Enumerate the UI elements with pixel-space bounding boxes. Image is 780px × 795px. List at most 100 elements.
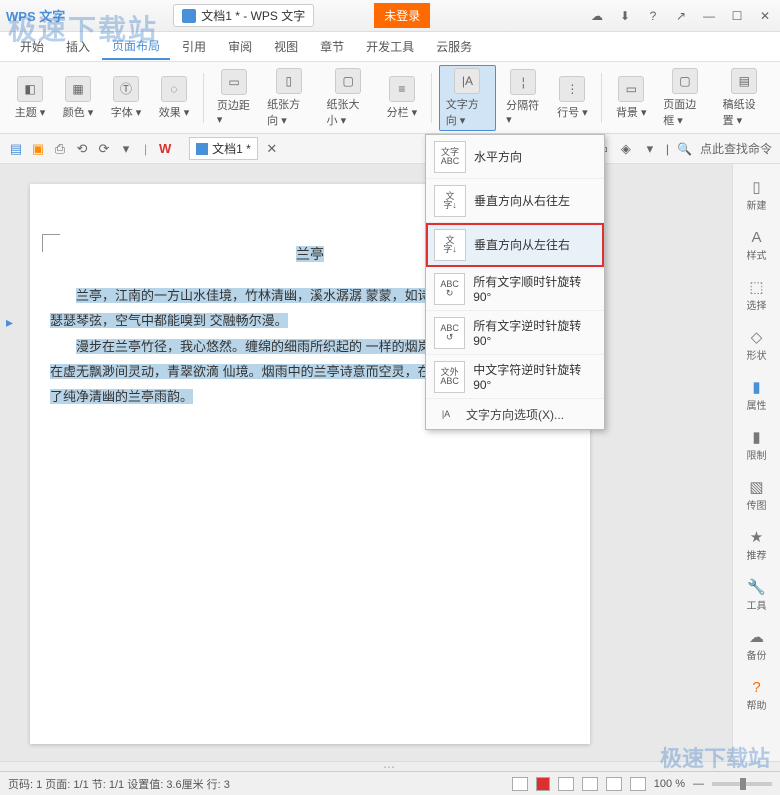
- text-direction-option[interactable]: ABC↺所有文字逆时针旋转90°: [426, 311, 604, 355]
- search-icon: 🔍: [677, 142, 692, 156]
- login-button[interactable]: 未登录: [374, 3, 430, 28]
- side-新建[interactable]: ▯新建: [733, 174, 780, 216]
- dropdown-icon[interactable]: ▾: [642, 141, 658, 157]
- wps-tab-icon[interactable]: W: [157, 141, 173, 157]
- side-label: 形状: [747, 347, 767, 362]
- text-direction-option[interactable]: 文字ABC水平方向: [426, 135, 604, 179]
- open-icon[interactable]: ▤: [8, 141, 24, 157]
- text-direction-option[interactable]: 文字↓垂直方向从左往右: [426, 223, 604, 267]
- menu-item[interactable]: 章节: [310, 34, 354, 59]
- help-icon[interactable]: ?: [644, 9, 662, 23]
- text-direction-option[interactable]: ABC↻所有文字顺时针旋转90°: [426, 267, 604, 311]
- ribbon-label: 主题 ▾: [15, 104, 46, 120]
- menu-item[interactable]: 云服务: [426, 34, 482, 59]
- document-tab[interactable]: 文档1 *: [189, 137, 258, 160]
- more-label: 文字方向选项(X)...: [466, 406, 564, 423]
- zoom-out-icon[interactable]: —: [693, 778, 704, 790]
- side-样式[interactable]: A样式: [733, 224, 780, 266]
- side-icon: ★: [747, 528, 767, 546]
- menu-item[interactable]: 页面布局: [102, 33, 170, 60]
- document-area[interactable]: ▸ 兰亭 兰亭，江南的一方山水佳境，竹林清幽，溪水潺潺 蒙蒙，如诗如画。风拂过竹…: [0, 164, 732, 761]
- window-doc-tab[interactable]: 文档1 * - WPS 文字: [173, 4, 314, 27]
- ribbon-文字方向[interactable]: |A文字方向 ▾: [439, 65, 496, 131]
- view-mode-icon[interactable]: [512, 777, 528, 791]
- ribbon-icon: ≡: [389, 76, 415, 102]
- side-icon: ▯: [747, 178, 767, 196]
- ribbon-分栏[interactable]: ≡分栏 ▾: [380, 74, 424, 122]
- ribbon-icon: Ⓣ: [113, 76, 139, 102]
- menu-item[interactable]: 引用: [172, 34, 216, 59]
- ribbon-icon: ⋮: [559, 76, 585, 102]
- ribbon-效果[interactable]: ◌效果 ▾: [152, 74, 196, 122]
- ribbon-纸张方向[interactable]: ▯纸张方向 ▾: [261, 66, 316, 130]
- nav-icon[interactable]: ◈: [618, 141, 634, 157]
- side-限制[interactable]: ▮限制: [733, 424, 780, 466]
- view-mode-icon[interactable]: [606, 777, 622, 791]
- menu-item[interactable]: 审阅: [218, 34, 262, 59]
- window-controls: ☁ ⬇ ? ↗ — ☐ ✕: [588, 9, 774, 23]
- ribbon-颜色[interactable]: ▦颜色 ▾: [56, 74, 100, 122]
- view-mode-icon[interactable]: [536, 777, 550, 791]
- popout-icon[interactable]: ↗: [672, 9, 690, 23]
- text-direction-option[interactable]: 文外ABC中文字符逆时针旋转90°: [426, 355, 604, 399]
- text-direction-more[interactable]: |A 文字方向选项(X)...: [426, 399, 604, 429]
- view-mode-icon[interactable]: [558, 777, 574, 791]
- ribbon-稿纸设置[interactable]: ▤稿纸设置 ▾: [717, 66, 772, 130]
- menu-bar: 开始插入页面布局引用审阅视图章节开发工具云服务: [0, 32, 780, 62]
- close-tab-icon[interactable]: ✕: [264, 141, 280, 157]
- menu-item[interactable]: 开发工具: [356, 34, 424, 59]
- save-icon[interactable]: ▣: [30, 141, 46, 157]
- side-选择[interactable]: ⬚选择: [733, 274, 780, 316]
- side-帮助[interactable]: ?帮助: [733, 674, 780, 716]
- ribbon-label: 行号 ▾: [557, 104, 588, 120]
- close-button[interactable]: ✕: [756, 9, 774, 23]
- more-icon: |A: [434, 398, 458, 430]
- side-属性[interactable]: ▮属性: [733, 374, 780, 416]
- side-传图[interactable]: ▧传图: [733, 474, 780, 516]
- side-形状[interactable]: ◇形状: [733, 324, 780, 366]
- menu-item[interactable]: 视图: [264, 34, 308, 59]
- redo-icon[interactable]: ⟳: [96, 141, 112, 157]
- text-direction-option[interactable]: 文字↓垂直方向从右往左: [426, 179, 604, 223]
- side-工具[interactable]: 🔧工具: [733, 574, 780, 616]
- side-label: 样式: [747, 247, 767, 262]
- search-commands[interactable]: 点此查找命令: [700, 140, 772, 157]
- cloud-icon[interactable]: ☁: [588, 9, 606, 23]
- side-推荐[interactable]: ★推荐: [733, 524, 780, 566]
- menu-item[interactable]: 开始: [10, 34, 54, 59]
- menu-item[interactable]: 插入: [56, 34, 100, 59]
- ribbon-字体[interactable]: Ⓣ 字体 ▾: [104, 74, 148, 122]
- side-label: 属性: [747, 397, 767, 412]
- side-icon: ⬚: [747, 278, 767, 296]
- side-备份[interactable]: ☁备份: [733, 624, 780, 666]
- minimize-button[interactable]: —: [700, 9, 718, 23]
- ribbon-页边距[interactable]: ▭页边距 ▾: [211, 67, 257, 128]
- ribbon-主题[interactable]: ◧主题 ▾: [8, 74, 52, 122]
- option-label: 垂直方向从右往左: [474, 192, 570, 209]
- view-mode-icon[interactable]: [630, 777, 646, 791]
- ribbon-label: 背景 ▾: [616, 104, 647, 120]
- side-label: 工具: [747, 597, 767, 612]
- more-icon[interactable]: ▾: [118, 141, 134, 157]
- side-label: 新建: [747, 197, 767, 212]
- status-left: 页码: 1 页面: 1/1 节: 1/1 设置值: 3.6厘米 行: 3: [8, 776, 230, 792]
- ribbon-分隔符[interactable]: ¦分隔符 ▾: [500, 67, 546, 128]
- anchor-icon: ▸: [6, 314, 13, 331]
- ribbon-纸张大小[interactable]: ▢纸张大小 ▾: [321, 66, 376, 130]
- resize-handle[interactable]: [0, 761, 780, 771]
- view-mode-icon[interactable]: [582, 777, 598, 791]
- zoom-slider[interactable]: [712, 782, 772, 786]
- margin-corner: [42, 234, 60, 252]
- ribbon-行号[interactable]: ⋮ 行号 ▾: [550, 74, 594, 122]
- maximize-button[interactable]: ☐: [728, 9, 746, 23]
- undo-icon[interactable]: ⟲: [74, 141, 90, 157]
- zoom-value[interactable]: 100 %: [654, 778, 685, 790]
- ribbon-页面边框[interactable]: ▢页面边框 ▾: [657, 66, 712, 130]
- ribbon-label: 字体 ▾: [111, 104, 142, 120]
- side-icon: ▧: [747, 478, 767, 496]
- quick-access-bar: ▤ ▣ ⎙ ⟲ ⟳ ▾ | W 文档1 * ✕ ▭ ◈ ▾ | 🔍 点此查找命令: [0, 134, 780, 164]
- ribbon-背景[interactable]: ▭背景 ▾: [609, 74, 653, 122]
- print-icon[interactable]: ⎙: [52, 141, 68, 157]
- download-icon[interactable]: ⬇: [616, 9, 634, 23]
- option-label: 所有文字逆时针旋转90°: [473, 317, 596, 348]
